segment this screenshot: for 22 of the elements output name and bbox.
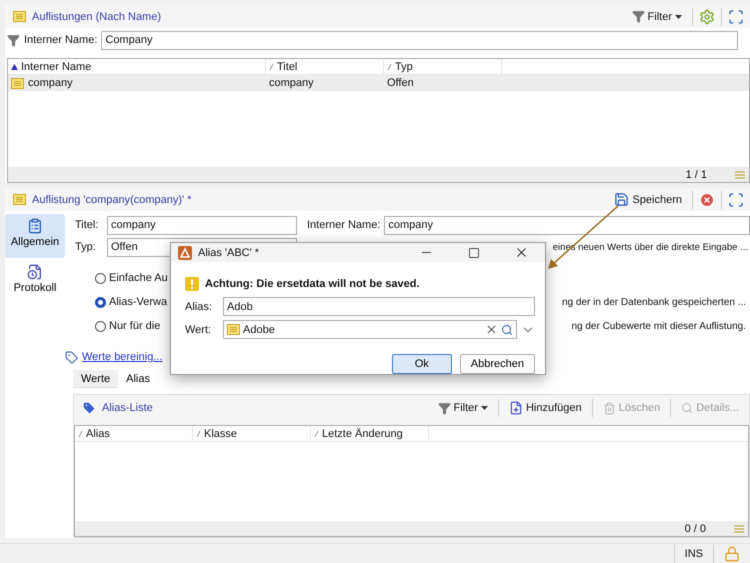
table-cell: Offen xyxy=(387,77,414,89)
radio-description: ng der in der Datenbank gespeicherten ... xyxy=(562,296,747,308)
field-label: Typ: xyxy=(75,241,97,253)
filter-label: Interner Name: xyxy=(24,34,98,46)
list-title: Alias-Liste xyxy=(102,402,154,414)
field-label: Titel: xyxy=(75,219,100,231)
pager-count: 0 / 0 xyxy=(684,522,706,534)
field-label: Wert: xyxy=(185,324,212,336)
field-label: Interner Name: xyxy=(307,219,380,231)
field-label: Alias: xyxy=(185,300,213,312)
radio-label: Alias-Verwa xyxy=(109,296,168,308)
table-cell: company xyxy=(269,77,314,89)
dialog-title: Alias 'ABC' * xyxy=(198,246,260,258)
panel-title: Auflistungen (Nach Name) xyxy=(32,10,162,22)
radio-label: Einfache Au xyxy=(109,272,168,284)
insert-mode-indicator: INS xyxy=(684,548,703,560)
radio-description: ng der Cubewerte mit dieser Auflistung. xyxy=(571,320,747,332)
pager-count: 1 / 1 xyxy=(686,168,707,180)
panel-title: Auflistung 'company(company)' * xyxy=(32,194,192,206)
table-cell: company xyxy=(28,77,73,89)
warning-message: Achtung: Die ersetdata will not be saved. xyxy=(205,278,420,290)
radio-label: Nur für die xyxy=(109,320,160,332)
